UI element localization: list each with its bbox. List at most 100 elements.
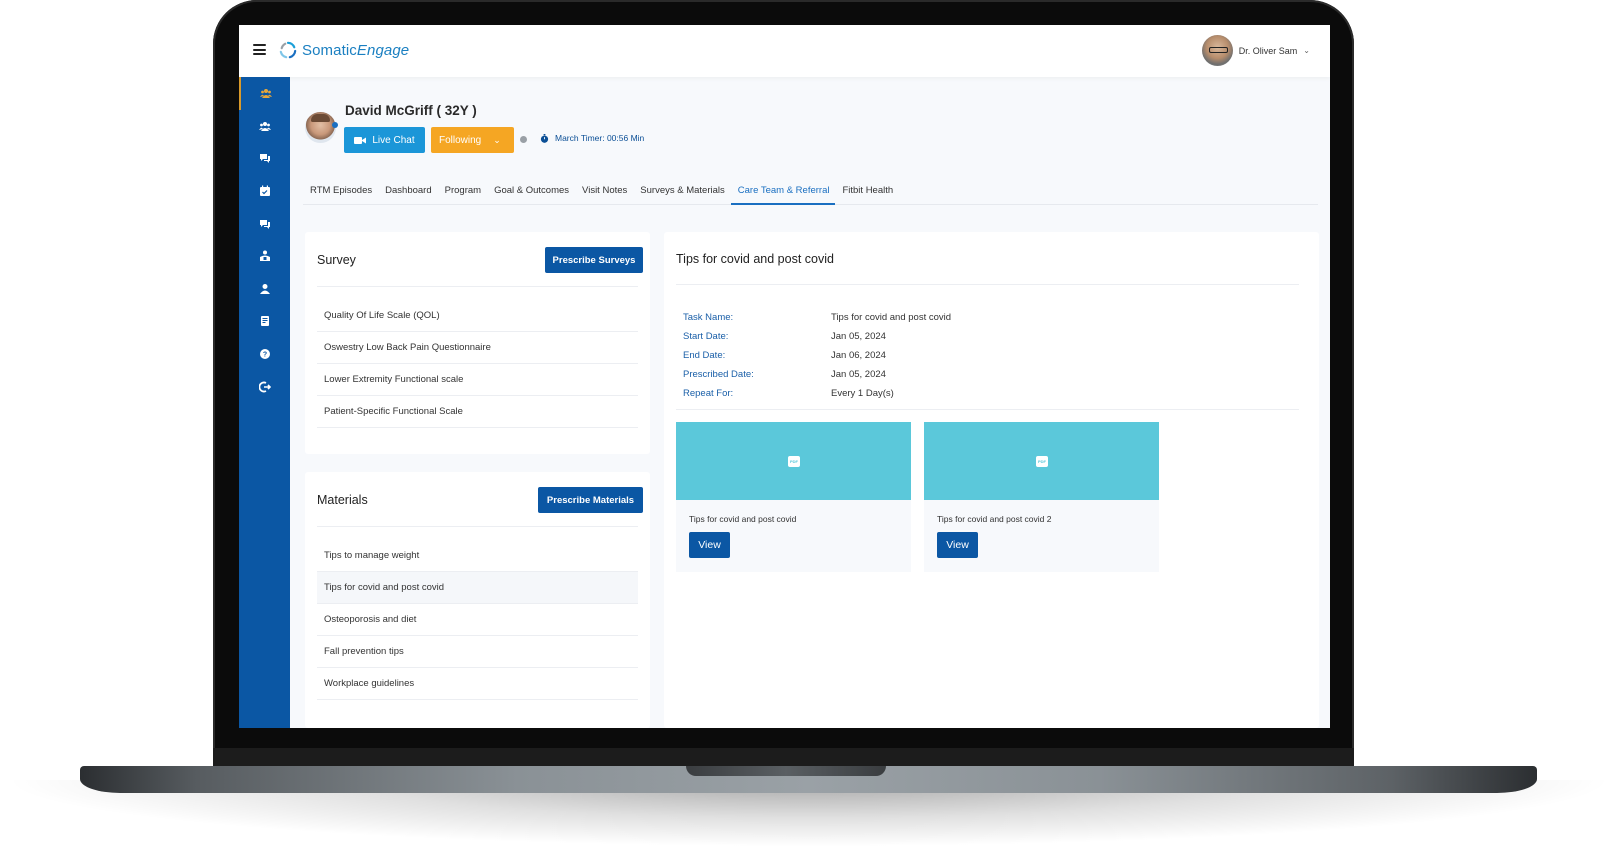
sidebar-item-documents[interactable] [239,305,290,338]
prescribe-surveys-button[interactable]: Prescribe Surveys [545,247,643,273]
material-item[interactable]: Tips to manage weight [317,540,638,572]
field-label: Repeat For: [683,388,734,399]
file-name: Tips for covid and post covid [689,514,797,524]
following-label: Following [439,134,482,146]
chevron-down-icon: ⌄ [1303,46,1310,55]
materials-title: Materials [317,493,368,507]
detail-row-task-name: Task Name: Tips for covid and post covid [683,308,951,327]
sidebar-item-chat[interactable] [239,142,290,175]
sidebar-item-users[interactable] [239,110,290,143]
user-name: Dr. Oliver Sam [1238,45,1298,56]
material-file-card: PDF Tips for covid and post covid 2 View [924,422,1159,572]
field-value: Tips for covid and post covid [831,312,952,323]
field-label: Start Date: [683,331,729,342]
tab-care-team-referral[interactable]: Care Team & Referral [730,177,836,205]
svg-text:?: ? [262,352,266,359]
brand-name: SomaticEngage [302,42,409,59]
field-label: Prescribed Date: [683,369,754,380]
field-value: Jan 05, 2024 [831,331,886,342]
field-label: End Date: [683,350,726,361]
detail-row-repeat-for: Repeat For: Every 1 Day(s) [683,384,951,403]
field-label: Task Name: [683,312,734,323]
timer-text: March Timer: 00:56 Min [555,133,645,143]
care-team-icon [259,250,270,262]
survey-list: Quality Of Life Scale (QOL) Oswestry Low… [317,300,638,428]
material-detail-card: Tips for covid and post covid Task Name:… [664,232,1319,728]
main-content: David McGriff ( 32Y ) Live Chat Followin… [290,77,1330,728]
patient-avatar [305,112,336,143]
detail-divider-2 [676,409,1299,410]
sidebar-item-calendar[interactable] [239,175,290,208]
survey-item[interactable]: Patient-Specific Functional Scale [317,396,638,428]
survey-title: Survey [317,253,356,267]
survey-item[interactable]: Quality Of Life Scale (QOL) [317,300,638,332]
pdf-icon: PDF [1036,456,1048,467]
sidebar: ? [239,77,290,728]
tab-rtm-episodes[interactable]: RTM Episodes [303,177,378,205]
logo-mark-icon [279,41,297,59]
march-timer: March Timer: 00:56 Min [540,133,644,143]
sidebar-item-patients[interactable] [239,77,290,110]
brand-logo[interactable]: SomaticEngage [279,41,409,59]
sidebar-item-logout[interactable] [239,370,290,403]
tab-visit-notes[interactable]: Visit Notes [575,177,633,205]
detail-title: Tips for covid and post covid [676,252,834,266]
top-bar: SomaticEngage Dr. Oliver Sam ⌄ [239,25,1330,77]
laptop-bezel-bottom [213,748,1354,768]
info-icon[interactable] [520,136,527,143]
view-button[interactable]: View [689,532,730,558]
tab-surveys-materials[interactable]: Surveys & Materials [633,177,730,205]
prescribe-materials-button[interactable]: Prescribe Materials [538,487,643,513]
file-thumbnail[interactable]: PDF [676,422,911,500]
sidebar-item-profile[interactable] [239,273,290,306]
material-item[interactable]: Osteoporosis and diet [317,604,638,636]
material-item-selected[interactable]: Tips for covid and post covid [317,572,638,604]
logout-icon [258,381,271,393]
sidebar-item-care-team[interactable] [239,240,290,273]
brand-secondary: Engage [356,41,410,59]
hamburger-icon[interactable] [253,44,266,55]
user-menu[interactable]: Dr. Oliver Sam ⌄ [1201,35,1310,66]
sidebar-item-help[interactable]: ? [239,338,290,371]
chat-bubbles-icon [259,154,270,164]
material-item[interactable]: Workplace guidelines [317,668,638,700]
field-value: Jan 05, 2024 [831,369,886,380]
document-icon [260,316,269,327]
detail-row-prescribed-date: Prescribed Date: Jan 05, 2024 [683,365,951,384]
video-camera-icon [354,136,367,144]
view-button[interactable]: View [937,532,978,558]
file-name: Tips for covid and post covid 2 [937,514,1052,524]
chevron-down-icon: ⌄ [493,134,501,145]
material-file-card: PDF Tips for covid and post covid View [676,422,911,572]
material-item[interactable]: Fall prevention tips [317,636,638,668]
online-status-dot [332,122,338,128]
patient-tabs: RTM Episodes Dashboard Program Goal & Ou… [303,177,1318,205]
materials-card: Materials Prescribe Materials Tips to ma… [305,472,650,728]
live-chat-button[interactable]: Live Chat [344,127,425,153]
detail-row-start-date: Start Date: Jan 05, 2024 [683,327,951,346]
calendar-check-icon [259,185,270,197]
following-dropdown[interactable]: Following ⌄ [431,127,514,153]
brand-primary: Somatic [302,41,357,59]
detail-fields: Task Name: Tips for covid and post covid… [683,308,951,403]
users-icon [258,121,271,131]
survey-divider [317,286,638,287]
sidebar-item-messages[interactable] [239,207,290,240]
field-value: Every 1 Day(s) [831,388,894,399]
materials-divider [317,526,638,527]
help-icon: ? [259,349,270,360]
stopwatch-icon [540,133,549,143]
materials-list: Tips to manage weight Tips for covid and… [317,540,638,700]
detail-divider [676,284,1299,285]
tab-program[interactable]: Program [438,177,487,205]
patients-group-icon [259,89,272,99]
tab-dashboard[interactable]: Dashboard [378,177,437,205]
survey-item[interactable]: Lower Extremity Functional scale [317,364,638,396]
user-icon [259,283,270,294]
laptop-notch [686,766,886,776]
tab-goal-outcomes[interactable]: Goal & Outcomes [487,177,575,205]
survey-item[interactable]: Oswestry Low Back Pain Questionnaire [317,332,638,364]
user-avatar [1201,35,1233,66]
file-thumbnail[interactable]: PDF [924,422,1159,500]
tab-fitbit-health[interactable]: Fitbit Health [835,177,899,205]
